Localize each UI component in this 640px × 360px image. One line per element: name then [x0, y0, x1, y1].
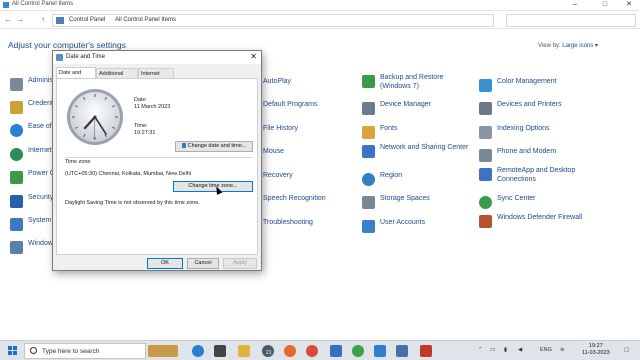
- dialog-title: Date and Time: [66, 54, 106, 60]
- edge-icon[interactable]: [192, 345, 204, 357]
- admin-tools-icon: [10, 78, 23, 91]
- power-icon: [10, 171, 23, 184]
- device-manager-icon: [362, 102, 375, 115]
- wifi-icon[interactable]: ≋: [560, 347, 565, 353]
- firewall-icon: [479, 215, 492, 228]
- tab-additional-clocks[interactable]: Additional Clocks: [96, 68, 138, 87]
- analog-clock: [67, 89, 123, 145]
- date-label: Date:: [134, 97, 148, 103]
- close-button[interactable]: ✕: [620, 0, 638, 10]
- media-icon[interactable]: [420, 345, 432, 357]
- ease-access-icon: [10, 124, 23, 137]
- printer-icon: [479, 102, 492, 115]
- dst-note: Daylight Saving Time is not observed by …: [65, 200, 200, 206]
- credential-icon: [10, 101, 23, 114]
- clock-date: 11-03-2023: [582, 350, 610, 356]
- change-date-time-button[interactable]: Change date and time...: [175, 141, 253, 152]
- remoteapp-icon: [479, 168, 492, 181]
- backup-icon: [362, 75, 375, 88]
- taskbar: Type here to search 21 ⌃ ▭ ▮ ◀ ENG ≋ 19:…: [0, 340, 640, 360]
- view-by: View by: Large icons ▾: [538, 42, 598, 49]
- date-value: 11 March 2023: [134, 104, 171, 110]
- time-value: 19:27:31: [134, 130, 156, 136]
- windows-tools-icon: [10, 241, 23, 254]
- file-explorer-icon[interactable]: [238, 345, 250, 357]
- indexing-icon: [479, 126, 492, 139]
- battery-icon[interactable]: ▮: [504, 347, 507, 353]
- breadcrumb-all-items[interactable]: All Control Panel Items: [115, 17, 176, 23]
- folder-icon: [56, 17, 64, 24]
- chrome-profile-icon[interactable]: [352, 345, 364, 357]
- system-icon: [10, 218, 23, 231]
- language-indicator[interactable]: ENG: [540, 347, 552, 353]
- tab-internet-time[interactable]: Internet Time: [138, 68, 174, 87]
- taskbar-clock[interactable]: 19:27 11-03-2023: [582, 343, 610, 357]
- storage-icon: [362, 196, 375, 209]
- separator: [65, 157, 253, 158]
- outlook-icon[interactable]: [374, 345, 386, 357]
- dialog-close-button[interactable]: ✕: [250, 52, 257, 61]
- user-accounts-icon: [362, 220, 375, 233]
- up-button[interactable]: ↑: [38, 14, 48, 25]
- window-titlebar: All Control Panel Items – □ ✕: [0, 0, 640, 11]
- taskbar-search-placeholder: Type here to search: [42, 348, 100, 355]
- apply-button[interactable]: Apply: [223, 258, 257, 269]
- fonts-icon: [362, 126, 375, 139]
- breadcrumb-control-panel[interactable]: Control Panel: [69, 17, 105, 23]
- task-view-icon[interactable]: [214, 345, 226, 357]
- date-time-dialog: Date and Time ✕ Date and Time Additional…: [52, 50, 262, 271]
- date-time-panel: Date: 11 March 2023 Time: 19:27:31 Chang…: [56, 78, 258, 255]
- dialog-titlebar: Date and Time ✕: [53, 51, 261, 64]
- app-icon[interactable]: [330, 345, 342, 357]
- ok-button[interactable]: OK: [147, 258, 183, 269]
- address-input[interactable]: Control Panel All Control Panel Items: [52, 14, 494, 27]
- search-icon: [30, 347, 37, 354]
- region-icon: [362, 173, 375, 186]
- chrome-icon[interactable]: [306, 345, 318, 357]
- clock-time: 19:27: [588, 343, 603, 349]
- security-icon: [10, 195, 23, 208]
- page-title: Adjust your computer's settings: [8, 40, 126, 50]
- sync-icon: [479, 196, 492, 209]
- time-label: Time:: [134, 123, 148, 129]
- maximize-button[interactable]: □: [596, 0, 614, 10]
- internet-icon: [10, 148, 23, 161]
- network-icon: [362, 145, 375, 158]
- firefox-icon[interactable]: [284, 345, 296, 357]
- control-panel-task-icon[interactable]: [396, 345, 408, 357]
- color-management-icon: [479, 79, 492, 92]
- tab-date-and-time[interactable]: Date and Time: [56, 67, 96, 86]
- back-button[interactable]: ←: [3, 14, 13, 25]
- forward-button[interactable]: →: [15, 14, 25, 25]
- search-input[interactable]: [506, 14, 636, 27]
- address-bar: ← → ↑ Control Panel All Control Panel It…: [0, 11, 640, 29]
- view-by-dropdown[interactable]: Large icons ▾: [562, 43, 598, 49]
- view-by-label: View by:: [538, 43, 561, 49]
- shield-icon: [181, 143, 186, 149]
- notification-icon[interactable]: ▢: [624, 347, 629, 353]
- clock-icon: [56, 54, 63, 61]
- tray-overflow-icon[interactable]: ⌃: [478, 347, 483, 353]
- volume-icon[interactable]: ◀: [518, 347, 522, 353]
- window-title: All Control Panel Items: [12, 1, 74, 7]
- minimize-button[interactable]: –: [566, 0, 584, 10]
- notification-badge: 21: [266, 350, 272, 356]
- network-tray-icon[interactable]: ▭: [490, 347, 495, 353]
- windows-start-icon[interactable]: [8, 346, 18, 356]
- timezone-value: (UTC+05:30) Chennai, Kolkata, Mumbai, Ne…: [65, 171, 192, 177]
- timezone-label: Time zone: [65, 159, 91, 165]
- control-panel-icon: [3, 2, 9, 8]
- taskbar-search-input[interactable]: Type here to search: [24, 343, 146, 359]
- cancel-button[interactable]: Cancel: [187, 258, 219, 269]
- news-widget-icon[interactable]: [148, 345, 178, 357]
- phone-icon: [479, 149, 492, 162]
